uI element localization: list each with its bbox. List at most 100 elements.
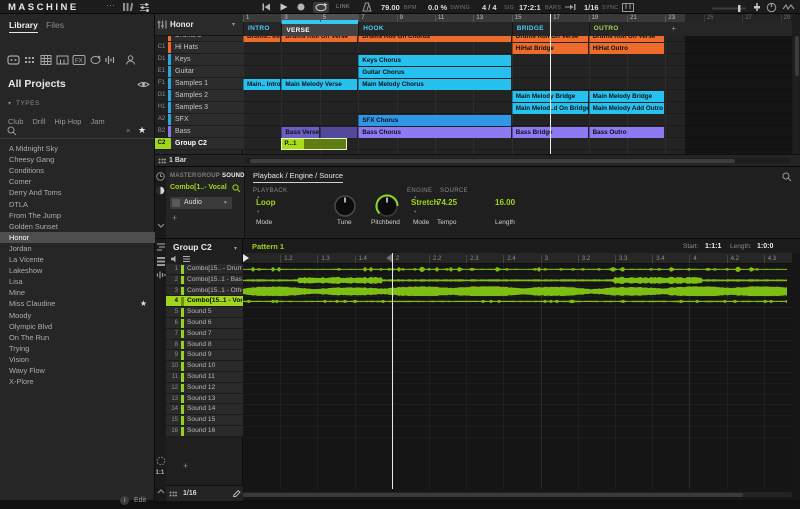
section-verse[interactable]: VERSE bbox=[281, 22, 358, 36]
clip[interactable]: Main Melody Add Outro bbox=[589, 103, 665, 114]
types-collapse-icon[interactable]: ▾ bbox=[8, 100, 11, 107]
pattern-name[interactable]: Pattern 1 bbox=[252, 242, 284, 251]
loop-button[interactable] bbox=[313, 2, 329, 13]
bpm-value[interactable]: 79.00 bbox=[381, 3, 400, 12]
sound-name[interactable]: Combo[1..- Vocal bbox=[170, 184, 227, 191]
audio-wave-icon[interactable] bbox=[156, 270, 166, 280]
speaker-icon[interactable] bbox=[170, 255, 179, 263]
project-item[interactable]: Lisa bbox=[0, 276, 155, 287]
clip[interactable]: Keys Chorus bbox=[358, 55, 511, 66]
sound-row-7[interactable]: 7Sound 7 bbox=[166, 329, 243, 340]
drums-icon[interactable] bbox=[24, 54, 37, 66]
grid-grip-icon[interactable] bbox=[169, 491, 177, 497]
sound-row-14[interactable]: 14Sound 14 bbox=[166, 404, 243, 415]
keys-icon[interactable] bbox=[56, 54, 69, 66]
arranger-track-D1[interactable]: D1Keys bbox=[155, 54, 243, 66]
arranger-track-H1[interactable]: H1Samples 3 bbox=[155, 102, 243, 114]
loop-icon[interactable] bbox=[89, 54, 102, 66]
keyboard-icon[interactable] bbox=[622, 3, 634, 12]
metronome-icon[interactable] bbox=[362, 2, 372, 12]
project-item[interactable]: Honor bbox=[0, 232, 155, 243]
clip[interactable]: Drums Roll On Verse bbox=[589, 36, 665, 42]
editor-hscrollbar[interactable] bbox=[243, 492, 792, 497]
playback-mode-value[interactable]: Loop bbox=[256, 198, 276, 207]
info-icon[interactable]: i bbox=[120, 496, 129, 505]
project-item[interactable]: Jordan bbox=[0, 243, 155, 254]
arranger-vscrollbar[interactable] bbox=[794, 36, 799, 154]
clip[interactable]: SFX Chorus bbox=[358, 115, 511, 126]
star-icon[interactable]: ★ bbox=[140, 298, 147, 309]
tab-sound[interactable]: SOUND bbox=[222, 173, 245, 179]
clip[interactable]: Drums Roll On Verse bbox=[281, 36, 357, 42]
arranger-vscroll-thumb[interactable] bbox=[795, 36, 799, 76]
editor-hscroll-thumb[interactable] bbox=[243, 493, 743, 497]
fx-icon[interactable]: FX bbox=[72, 54, 86, 66]
sound-row-1[interactable]: 1Combo[15.. - Drums bbox=[166, 264, 243, 275]
level-meter-icon[interactable] bbox=[752, 2, 762, 12]
list-view-icon[interactable] bbox=[182, 255, 191, 263]
add-section-button[interactable]: + bbox=[671, 24, 676, 33]
pencil-icon[interactable] bbox=[232, 489, 241, 498]
sound-row-8[interactable]: 8Sound 8 bbox=[166, 340, 243, 351]
project-item[interactable]: Miss Claudine★ bbox=[0, 298, 155, 309]
clip[interactable]: HiHat Outro bbox=[589, 43, 665, 54]
sound-row-4[interactable]: 4Combo[15..1 - Vocal bbox=[166, 296, 243, 307]
sound-row-9[interactable]: 9Sound 9 bbox=[166, 350, 243, 361]
automation-icon[interactable] bbox=[156, 186, 165, 195]
clip[interactable]: Bass Verse bbox=[281, 127, 318, 138]
arranger-track-C2[interactable]: C2Group C2 bbox=[155, 138, 243, 150]
section-intro[interactable]: INTRO bbox=[243, 22, 281, 36]
clip[interactable]: Bass Chorus bbox=[358, 127, 511, 138]
project-item[interactable]: Comer bbox=[0, 176, 155, 187]
sound-row-15[interactable]: 15Sound 15 bbox=[166, 415, 243, 426]
user-content-icon[interactable] bbox=[124, 54, 137, 66]
arranger-track-F1[interactable]: F1Samples 1 bbox=[155, 78, 243, 90]
project-item[interactable]: La Vicente bbox=[0, 254, 155, 265]
sound-row-2[interactable]: 2Combo[15..1 - Bass bbox=[166, 275, 243, 286]
favorites-star-icon[interactable]: ★ bbox=[138, 125, 146, 136]
library-stack-icon[interactable] bbox=[122, 2, 133, 12]
clip[interactable]: Bass Outro bbox=[589, 127, 665, 138]
group-selector[interactable]: Honor ▾ bbox=[155, 14, 243, 36]
project-item[interactable]: On The Run bbox=[0, 332, 155, 343]
sound-row-10[interactable]: 10Sound 10 bbox=[166, 361, 243, 372]
projects-icon[interactable] bbox=[7, 54, 20, 66]
project-item[interactable]: Derry And Toms bbox=[0, 187, 155, 198]
sound-row-12[interactable]: 12Sound 12 bbox=[166, 383, 243, 394]
bars-value[interactable]: 17:2:1 bbox=[519, 3, 541, 12]
arranger-hscroll-thumb[interactable] bbox=[250, 159, 735, 163]
sound-row-6[interactable]: 6Sound 6 bbox=[166, 318, 243, 329]
editor-group-name[interactable]: Group C2 bbox=[173, 242, 212, 252]
project-item[interactable]: Vision bbox=[0, 354, 155, 365]
add-sound-button[interactable]: + bbox=[183, 461, 188, 471]
arranger-playhead[interactable] bbox=[550, 14, 551, 154]
cpu-power-icon[interactable] bbox=[766, 2, 777, 13]
section-hook[interactable]: HOOK bbox=[358, 22, 512, 36]
engine-mode-value[interactable]: Stretch bbox=[411, 198, 439, 207]
sound-row-11[interactable]: 11Sound 11 bbox=[166, 372, 243, 383]
source-length-value[interactable]: 16.00 bbox=[495, 198, 515, 207]
swing-value[interactable]: 0.0 % bbox=[428, 3, 447, 12]
clip[interactable] bbox=[320, 127, 357, 138]
audio-files-icon[interactable] bbox=[104, 54, 117, 66]
arranger-track-E1[interactable]: E1Guitar bbox=[155, 66, 243, 78]
tab-group[interactable]: GROUP bbox=[197, 173, 220, 179]
sync-value[interactable]: 1/16 bbox=[584, 3, 599, 12]
arranger-view-icon[interactable] bbox=[156, 242, 166, 252]
zoom-1to1-icon[interactable]: 1:1 bbox=[156, 470, 165, 476]
arranger-track-G1[interactable]: G1Samples 2 bbox=[155, 90, 243, 102]
search-bar[interactable]: × ★ bbox=[0, 123, 155, 139]
clip[interactable]: Guitar Chorus bbox=[358, 67, 511, 78]
param-search-icon[interactable] bbox=[782, 172, 792, 182]
group-selector-value[interactable]: Honor bbox=[170, 20, 194, 29]
play-button[interactable] bbox=[280, 3, 288, 11]
arranger-grid-value[interactable]: 1 Bar bbox=[169, 157, 187, 164]
project-item[interactable]: From The Jump bbox=[0, 210, 155, 221]
clip[interactable]: Drums.. Intro bbox=[243, 36, 280, 42]
collapse-chevron-icon[interactable] bbox=[157, 223, 165, 228]
clip[interactable]: Main Melody Verse bbox=[281, 79, 357, 90]
volume-slider[interactable] bbox=[712, 5, 748, 12]
channel-settings-icon[interactable] bbox=[139, 2, 150, 12]
editor-playhead[interactable] bbox=[392, 253, 393, 489]
follow-icon[interactable] bbox=[565, 3, 576, 11]
